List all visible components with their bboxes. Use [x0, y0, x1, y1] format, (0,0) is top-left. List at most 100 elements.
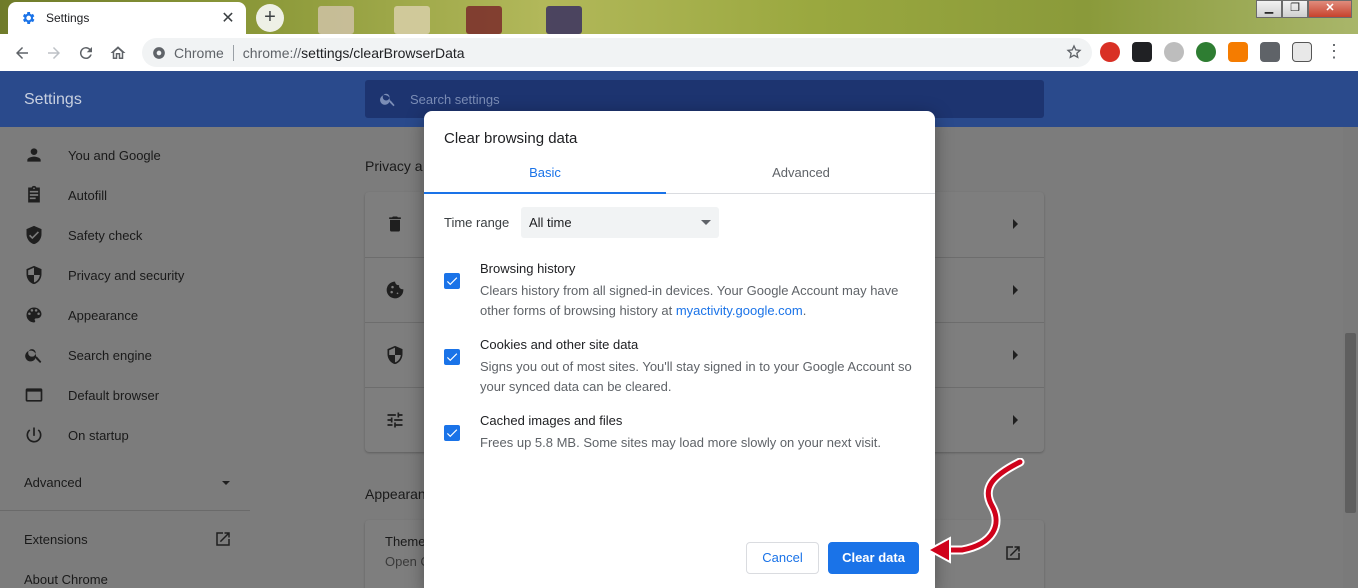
restore-icon[interactable]: ❐	[1282, 0, 1308, 18]
back-button[interactable]	[6, 37, 38, 69]
cookies-checkbox[interactable]	[444, 349, 460, 365]
sidebar-item-safety-check[interactable]: Safety check	[24, 223, 142, 247]
sidebar-advanced[interactable]: Advanced	[24, 475, 230, 490]
forward-arrow-icon	[48, 46, 60, 59]
open-external-icon	[216, 532, 230, 546]
sidebar-item-label: Autofill	[68, 187, 108, 203]
sidebar-item-default-browser[interactable]: Default browser	[24, 383, 159, 407]
gray-extension-icon[interactable]	[1164, 42, 1184, 62]
home-button[interactable]	[102, 37, 134, 69]
browser-tab-settings[interactable]: Settings ✕	[8, 2, 246, 34]
privacy-section-title: Privacy a	[365, 158, 423, 174]
option-title: Cookies and other site data	[480, 337, 639, 352]
omnibox-divider	[232, 44, 234, 61]
close-tab-icon[interactable]: ✕	[220, 8, 236, 28]
sidebar-divider	[0, 510, 250, 511]
search-icon	[380, 93, 395, 107]
cache-checkbox[interactable]	[444, 425, 460, 441]
option-description: Signs you out of most sites. You'll stay…	[480, 359, 912, 394]
url-text[interactable]: chrome://settings/clearBrowserData	[243, 45, 465, 61]
page-scrollbar[interactable]	[1343, 127, 1358, 588]
taskbar-thumbnail	[546, 6, 582, 34]
open-external-icon[interactable]	[1004, 544, 1022, 562]
globe-extension-icon[interactable]	[1196, 42, 1216, 62]
option-description: Frees up 5.8 MB. Some sites may load mor…	[480, 435, 881, 450]
option-title: Cached images and files	[480, 413, 623, 428]
arrow-right-icon	[1013, 350, 1018, 360]
arrow-right-icon	[1013, 285, 1018, 295]
power-icon	[26, 427, 42, 443]
settings-sidebar: You and Google Autofill Safety check Pri…	[0, 127, 250, 588]
option-cookies: Cookies and other site data Signs you ou…	[444, 337, 914, 397]
cancel-button[interactable]: Cancel	[746, 542, 819, 574]
window-titlebar: Settings ✕ + ▁ ❐ ✕	[0, 0, 1358, 34]
minimize-icon[interactable]: ▁	[1256, 0, 1282, 18]
taskbar-thumbnail	[318, 6, 354, 34]
search-icon	[25, 349, 42, 363]
shield-icon	[387, 345, 403, 365]
scrollbar-thumb[interactable]	[1345, 333, 1356, 513]
clipboard-icon	[28, 185, 40, 203]
time-range-select[interactable]: All time	[521, 207, 719, 238]
reload-button[interactable]	[70, 37, 102, 69]
option-description-end: .	[802, 303, 807, 318]
taskbar-thumbnail	[394, 6, 430, 34]
window-controls: ▁ ❐ ✕	[1256, 0, 1352, 18]
window-close-icon[interactable]: ✕	[1308, 0, 1352, 18]
shield-check-icon	[26, 225, 42, 245]
sidebar-advanced-label: Advanced	[24, 475, 82, 490]
sidebar-item-label: You and Google	[68, 147, 161, 163]
sidebar-item-appearance[interactable]: Appearance	[24, 303, 138, 327]
sidebar-item-on-startup[interactable]: On startup	[24, 423, 129, 447]
new-tab-button[interactable]: +	[256, 4, 284, 32]
sidebar-item-autofill[interactable]: Autofill	[24, 183, 107, 207]
tune-icon	[387, 412, 403, 428]
search-placeholder: Search settings	[410, 91, 500, 107]
forward-button[interactable]	[38, 37, 70, 69]
arrow-right-icon	[1013, 219, 1018, 229]
shield-icon	[26, 265, 42, 285]
tab-advanced[interactable]: Advanced	[680, 158, 922, 194]
profile-avatar-icon[interactable]	[1292, 42, 1312, 62]
spy-extension-icon[interactable]	[1132, 42, 1152, 62]
reload-icon	[79, 46, 92, 59]
settings-title: Settings	[24, 91, 82, 108]
sidebar-item-privacy[interactable]: Privacy and security	[24, 263, 184, 287]
extensions-area: ⋮	[1100, 42, 1344, 62]
sidebar-item-label: Appearance	[68, 307, 139, 323]
taskbar-thumbnail	[466, 6, 502, 34]
omnibox-chip: Chrome	[174, 44, 224, 61]
url-path: settings/clearBrowserData	[301, 44, 465, 61]
time-range-value: All time	[529, 215, 572, 230]
kebab-menu-icon[interactable]: ⋮	[1324, 42, 1344, 62]
sidebar-item-you-and-google[interactable]: You and Google	[24, 143, 161, 167]
sidebar-about-chrome[interactable]: About Chrome	[24, 572, 108, 587]
sidebar-about-label: About Chrome	[24, 572, 108, 587]
address-bar[interactable]: Chrome chrome://settings/clearBrowserDat…	[142, 38, 1092, 67]
option-title: Browsing history	[480, 261, 576, 276]
tab-basic[interactable]: Basic	[424, 158, 666, 194]
sidebar-item-label: Privacy and security	[68, 267, 185, 283]
sidebar-item-label: On startup	[68, 427, 129, 443]
tab-title: Settings	[46, 11, 90, 25]
download-extension-icon[interactable]	[1228, 42, 1248, 62]
option-cached-images: Cached images and files Frees up 5.8 MB.…	[444, 413, 914, 453]
browsing-history-checkbox[interactable]	[444, 273, 460, 289]
adblock-extension-icon[interactable]	[1100, 42, 1120, 62]
myactivity-link[interactable]: myactivity.google.com	[676, 303, 803, 318]
chevron-down-icon	[222, 481, 230, 485]
trash-icon	[389, 216, 401, 232]
sidebar-extensions[interactable]: Extensions	[24, 532, 232, 547]
clear-data-button[interactable]: Clear data	[828, 542, 919, 574]
sidebar-item-label: Default browser	[68, 387, 160, 403]
sidebar-item-search-engine[interactable]: Search engine	[24, 343, 152, 367]
bookmark-star-icon[interactable]	[1066, 44, 1082, 60]
puzzle-icon[interactable]	[1260, 42, 1280, 62]
home-icon	[110, 45, 126, 59]
dropdown-caret-icon	[701, 220, 711, 225]
dialog-title: Clear browsing data	[444, 130, 578, 147]
palette-icon	[26, 307, 42, 323]
sidebar-item-label: Safety check	[68, 227, 143, 243]
back-arrow-icon	[16, 46, 28, 59]
checkmark-icon	[446, 277, 458, 286]
